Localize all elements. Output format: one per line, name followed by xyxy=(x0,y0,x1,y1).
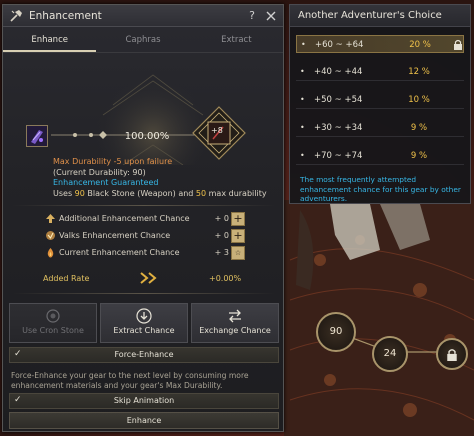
close-icon xyxy=(266,11,276,20)
exchange-chance-button[interactable]: Exchange Chance xyxy=(191,303,279,343)
choice-percent: 20 % xyxy=(409,40,431,50)
added-rate-value: +0.00% xyxy=(209,274,242,283)
extract-label: Extract Chance xyxy=(113,326,175,335)
orb-level-24[interactable]: 24 xyxy=(372,336,408,372)
tab-caphras[interactable]: Caphras xyxy=(96,27,189,52)
orb-locked[interactable] xyxy=(436,338,468,370)
cron-stone-icon xyxy=(46,309,60,323)
flame-icon xyxy=(47,248,54,258)
lock-icon xyxy=(447,349,457,361)
bullet-icon: • xyxy=(300,95,305,104)
info-durability-count: 50 xyxy=(195,188,207,198)
info-uses-mid: Black Stone (Weapon) and xyxy=(84,188,196,198)
force-enhance-description: Force-Enhance your gear to the next leve… xyxy=(11,371,249,390)
enhancement-window: Enhancement ? Enhance Caphras Extract +8… xyxy=(2,4,284,432)
add-valks-chance-button[interactable]: + xyxy=(231,229,245,243)
choice-range: +40 ~ +44 xyxy=(314,67,363,77)
cron-label: Use Cron Stone xyxy=(22,326,84,335)
choice-percent: 10 % xyxy=(408,95,430,105)
success-rate: 100.00% xyxy=(124,131,170,142)
chance-label: Additional Enhancement Chance xyxy=(59,214,190,223)
chance-value: + 0 xyxy=(214,214,229,223)
use-cron-stone-button[interactable]: Use Cron Stone xyxy=(9,303,97,343)
bullet-icon: • xyxy=(301,40,306,49)
orb-level-90[interactable]: 90 xyxy=(316,312,356,352)
added-rate-label: Added Rate xyxy=(43,274,90,283)
choice-title: Another Adventurer's Choice xyxy=(290,5,470,27)
info-stone-count: 90 xyxy=(74,188,85,198)
choice-range: +50 ~ +54 xyxy=(314,95,363,105)
fail-stack-button[interactable]: ☆ xyxy=(231,246,245,260)
info-uses-prefix: Uses xyxy=(53,188,75,198)
choice-note: The most frequently attempted enhancemen… xyxy=(300,175,461,203)
choice-percent: 12 % xyxy=(408,67,430,77)
info-uses-suffix: max durability xyxy=(206,188,267,198)
force-enhance-check-icon: ✓ xyxy=(14,349,22,359)
tab-enhance[interactable]: Enhance xyxy=(3,27,97,52)
adventurer-choice-panel: Another Adventurer's Choice • +60 ~ +64 … xyxy=(289,4,471,204)
close-button[interactable] xyxy=(264,9,278,23)
skip-animation-check-icon: ✓ xyxy=(14,395,22,405)
swap-arrows-icon xyxy=(229,309,241,323)
window-title: Enhancement xyxy=(29,9,102,22)
choice-row[interactable]: • +40 ~ +44 12 % xyxy=(296,63,464,81)
lock-icon xyxy=(454,39,462,50)
choice-range: +60 ~ +64 xyxy=(315,40,364,50)
choice-row[interactable]: • +70 ~ +74 9 % xyxy=(296,147,464,165)
exchange-label: Exchange Chance xyxy=(199,326,271,335)
title-bar[interactable]: Enhancement ? xyxy=(3,5,283,27)
tab-bar: Enhance Caphras Extract xyxy=(3,27,283,53)
weapon-item-icon xyxy=(27,126,47,146)
bullet-icon: • xyxy=(300,67,305,76)
info-guaranteed: Enhancement Guaranteed xyxy=(53,178,159,187)
target-level: +8 xyxy=(211,126,223,135)
skip-animation-toggle[interactable]: ✓ Skip Animation xyxy=(9,393,279,409)
skip-animation-label: Skip Animation xyxy=(113,396,175,405)
extract-chance-button[interactable]: Extract Chance xyxy=(100,303,188,343)
current-chance-row: Current Enhancement Chance + 3 ☆ xyxy=(45,246,255,261)
divider xyxy=(13,293,275,294)
divider xyxy=(13,205,275,206)
double-chevron-icon xyxy=(140,272,157,284)
choice-row[interactable]: • +30 ~ +34 9 % xyxy=(296,119,464,137)
choice-row[interactable]: • +50 ~ +54 10 % xyxy=(296,91,464,109)
chance-value: + 3 xyxy=(214,248,229,257)
info-max-durability: Max Durability -5 upon failure xyxy=(53,157,173,166)
force-enhance-label: Force-Enhance xyxy=(114,350,174,359)
arrow-up-icon xyxy=(46,214,55,223)
choice-percent: 9 % xyxy=(410,123,428,133)
info-materials: Uses 90 Black Stone (Weapon) and 50 max … xyxy=(53,189,267,200)
bullet-icon: • xyxy=(300,151,305,160)
enhance-button[interactable]: Enhance xyxy=(9,412,279,429)
hammer-icon xyxy=(10,9,22,22)
valks-icon xyxy=(46,231,55,240)
chance-value: + 0 xyxy=(214,231,229,240)
valks-chance-row: Valks Enhancement Chance + 0 + xyxy=(45,229,255,244)
choice-range: +70 ~ +74 xyxy=(314,151,363,161)
choice-range: +30 ~ +34 xyxy=(314,123,363,133)
choice-percent: 9 % xyxy=(410,151,428,161)
orb-value: 24 xyxy=(383,348,397,359)
bullet-icon: • xyxy=(300,123,305,132)
chance-label: Current Enhancement Chance xyxy=(59,248,180,257)
chance-label: Valks Enhancement Chance xyxy=(59,231,171,240)
choice-row[interactable]: • +60 ~ +64 20 % xyxy=(296,35,464,53)
additional-chance-row: Additional Enhancement Chance + 0 + xyxy=(45,212,255,227)
item-slot[interactable] xyxy=(26,125,48,147)
tab-extract[interactable]: Extract xyxy=(190,27,283,52)
enhancement-info: Max Durability -5 upon failure (Current … xyxy=(53,157,267,199)
info-current-durability: (Current Durability: 90) xyxy=(53,167,146,177)
download-arrow-icon xyxy=(136,308,152,324)
orb-value: 90 xyxy=(329,326,343,337)
help-button[interactable]: ? xyxy=(245,9,259,23)
force-enhance-toggle[interactable]: ✓ Force-Enhance xyxy=(9,347,279,363)
add-additional-chance-button[interactable]: + xyxy=(231,212,245,226)
